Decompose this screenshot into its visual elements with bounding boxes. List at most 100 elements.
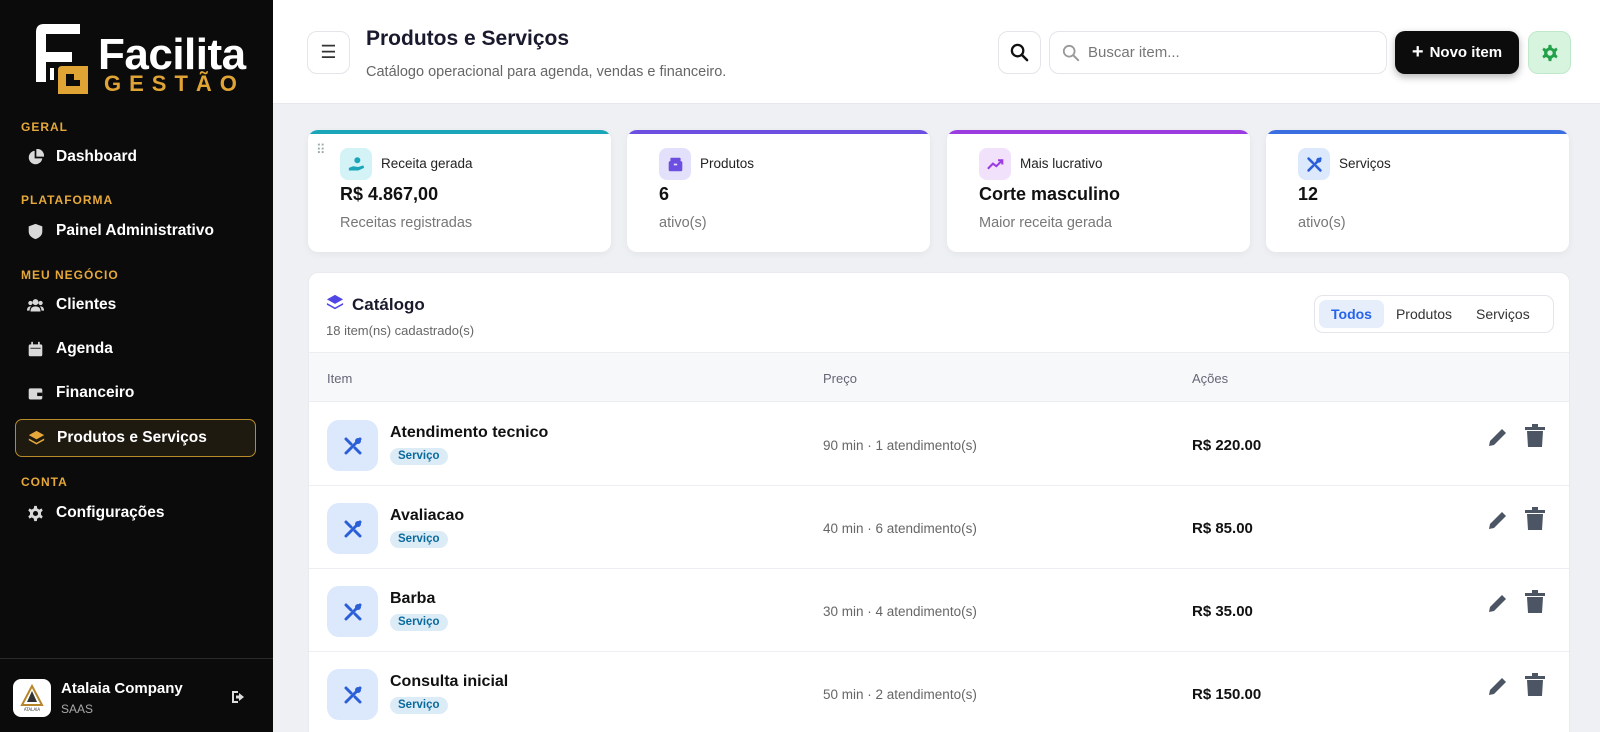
table-row[interactable]: Barba Serviço 30 min · 4 atendimento(s) … [309,569,1569,652]
tools-icon [344,520,361,537]
sidebar-item-agenda[interactable]: Agenda [15,330,256,368]
sidebar-item-configuracoes[interactable]: Configurações [15,494,256,532]
layers-icon [28,430,45,444]
item-name: Consulta inicial [390,673,509,690]
stat-label: Receita gerada [381,156,473,171]
card-accent-bar [1266,130,1569,134]
search-button[interactable] [998,31,1041,74]
card-icon [659,148,691,180]
card-accent-bar [308,130,611,134]
stat-caption: ativo(s) [1298,215,1346,231]
item-type-badge: Serviço [390,614,448,631]
logout-icon[interactable] [230,689,246,705]
sidebar-item-label: Clientes [56,296,117,313]
search-icon [1062,44,1080,62]
brand-logo[interactable]: Facilita GESTÃO [30,22,250,102]
stat-card-servicos[interactable]: Serviços 12 ativo(s) [1266,130,1569,252]
item-detail: 50 min · 2 atendimento(s) [823,687,977,702]
card-icon [1298,148,1330,180]
stat-label: Serviços [1339,156,1391,171]
item-icon [327,669,378,720]
pie-chart-icon [28,148,44,164]
pencil-icon[interactable] [1486,674,1510,698]
tab-produtos[interactable]: Produtos [1384,300,1464,328]
tab-todos[interactable]: Todos [1319,300,1384,328]
tab-servicos[interactable]: Serviços [1464,300,1542,328]
column-header-preco: Preço [823,371,857,386]
wallet-icon [28,387,43,399]
item-icon [327,586,378,637]
card-icon [340,148,372,180]
sidebar-item-label: Dashboard [56,148,137,165]
stat-caption: Receitas registradas [340,215,473,231]
search-icon [1010,43,1029,62]
tools-icon [1306,156,1322,172]
search-input[interactable] [1088,32,1378,73]
trash-icon[interactable] [1524,673,1546,697]
item-price: R$ 35.00 [1192,603,1253,620]
stat-card-produtos[interactable]: Produtos 6 ativo(s) [627,130,930,252]
stat-value: 12 [1298,184,1319,204]
sidebar-item-dashboard[interactable]: Dashboard [15,138,256,176]
stat-caption: ativo(s) [659,215,707,231]
item-type-badge: Serviço [390,697,448,714]
pencil-icon[interactable] [1486,425,1510,449]
tools-icon [344,686,361,703]
sidebar-item-label: Agenda [56,340,113,357]
new-item-button[interactable]: + Novo item [1395,31,1519,74]
sidebar-item-produtos-servicos[interactable]: Produtos e Serviços [15,419,256,457]
new-item-label: Novo item [1429,44,1503,61]
catalog-title: Catálogo [352,295,425,314]
brand-tagline: GESTÃO [104,71,245,96]
trash-icon[interactable] [1524,424,1546,448]
item-detail: 90 min · 1 atendimento(s) [823,438,977,453]
item-price: R$ 150.00 [1192,686,1262,703]
avatar-text: ATALAIA [24,707,41,712]
stat-card-mais-lucrativo[interactable]: Mais lucrativo Corte masculino Maior rec… [947,130,1250,252]
user-profile[interactable]: ATALAIA Atalaia Company SAAS [0,658,273,732]
stat-value: 6 [659,184,670,204]
section-title-plataforma: PLATAFORMA [21,193,114,207]
pencil-icon[interactable] [1486,591,1510,615]
trash-icon[interactable] [1524,507,1546,531]
page-title: Produtos e Serviços [366,27,570,50]
gear-icon [1541,44,1558,61]
pencil-icon[interactable] [1486,508,1510,532]
box-icon [668,157,682,171]
sidebar-item-clientes[interactable]: Clientes [15,286,256,324]
item-type-badge: Serviço [390,448,448,465]
sidebar-item-admin[interactable]: Painel Administrativo [15,212,256,250]
sidebar-item-financeiro[interactable]: Financeiro [15,374,256,412]
company-logo-icon: ATALAIA [20,683,44,712]
search-field[interactable] [1049,31,1387,74]
settings-button[interactable] [1528,31,1571,74]
user-role: SAAS [61,702,94,716]
trash-icon[interactable] [1524,590,1546,614]
user-name: Atalaia Company [61,680,183,697]
table-row[interactable]: Avaliacao Serviço 40 min · 6 atendimento… [309,486,1569,569]
item-price: R$ 220.00 [1192,437,1262,454]
avatar: ATALAIA [13,679,51,717]
drag-handle-icon[interactable]: ⠿ [316,142,326,158]
catalog-count: 18 item(ns) cadastrado(s) [326,323,475,338]
logo-mark-icon [36,24,88,94]
layers-icon [326,294,344,310]
hand-money-icon [348,156,364,170]
table-row[interactable]: Atendimento tecnico Serviço 90 min · 1 a… [309,403,1569,486]
table-row[interactable]: Consulta inicial Serviço 50 min · 2 aten… [309,652,1569,732]
sidebar-item-label: Configurações [56,504,165,521]
stat-label: Mais lucrativo [1020,156,1103,171]
column-header-acoes: Ações [1192,371,1229,386]
users-icon [27,298,44,311]
stat-card-receita[interactable]: ⠿ Receita gerada R$ 4.867,00 Receitas re… [308,130,611,252]
tools-icon [344,603,361,620]
sidebar-item-label: Produtos e Serviços [57,429,207,446]
menu-toggle-button[interactable]: ☰ [307,31,350,74]
item-icon [327,420,378,471]
stat-value: R$ 4.867,00 [340,184,439,204]
catalog-panel: Catálogo 18 item(ns) cadastrado(s) Todos… [308,272,1570,732]
tools-icon [344,437,361,454]
item-detail: 30 min · 4 atendimento(s) [823,604,977,619]
item-type-badge: Serviço [390,531,448,548]
card-icon [979,148,1011,180]
